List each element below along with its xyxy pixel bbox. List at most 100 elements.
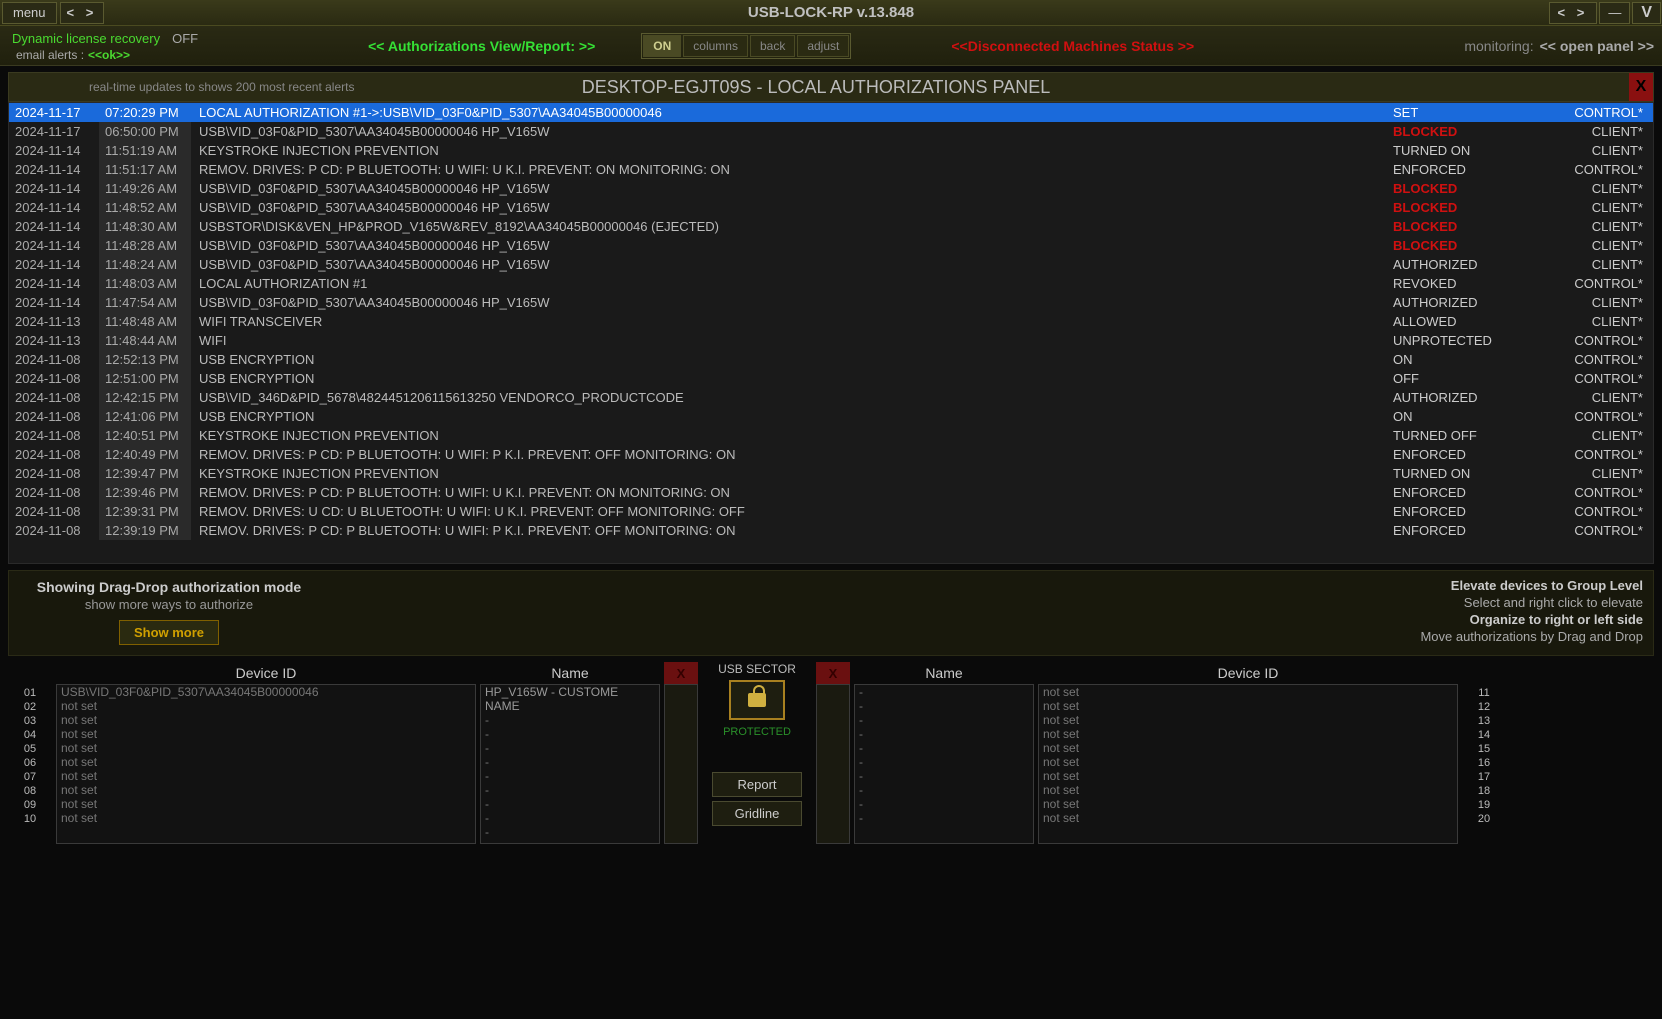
event-row[interactable]: 2024-11-0812:41:06 PMUSB ENCRYPTIONONCON…	[9, 407, 1653, 426]
list-item[interactable]: -	[481, 713, 659, 727]
show-more-button[interactable]: Show more	[119, 620, 219, 645]
event-source: CLIENT*	[1557, 255, 1653, 274]
event-time: 12:51:00 PM	[99, 369, 191, 388]
list-item[interactable]: not set	[1039, 741, 1457, 755]
list-item[interactable]: not set	[57, 713, 475, 727]
left-name-list[interactable]: HP_V165W - CUSTOME NAME---------	[480, 684, 660, 844]
list-item[interactable]: -	[855, 769, 1033, 783]
event-status: ENFORCED	[1387, 502, 1557, 521]
event-row[interactable]: 2024-11-1411:51:19 AMKEYSTROKE INJECTION…	[9, 141, 1653, 160]
right-slot-numbers: 11121314151617181920	[1462, 684, 1506, 826]
event-time: 11:49:26 AM	[99, 179, 191, 198]
event-date: 2024-11-17	[9, 103, 99, 122]
list-item[interactable]: -	[481, 783, 659, 797]
report-button[interactable]: Report	[712, 772, 802, 797]
list-item[interactable]: not set	[1039, 755, 1457, 769]
list-item[interactable]: -	[481, 797, 659, 811]
slot-number: 05	[8, 742, 52, 756]
list-item[interactable]: not set	[1039, 797, 1457, 811]
list-item[interactable]: not set	[1039, 685, 1457, 699]
list-item[interactable]: not set	[1039, 783, 1457, 797]
events-list[interactable]: 2024-11-1707:20:29 PMLOCAL AUTHORIZATION…	[8, 102, 1654, 564]
event-desc: USB ENCRYPTION	[191, 350, 1387, 369]
close-panel-button[interactable]: X	[1629, 73, 1653, 101]
event-row[interactable]: 2024-11-0812:39:47 PMKEYSTROKE INJECTION…	[9, 464, 1653, 483]
list-item[interactable]: -	[855, 741, 1033, 755]
list-item[interactable]: -	[855, 797, 1033, 811]
columns-button[interactable]: columns	[683, 35, 748, 57]
event-row[interactable]: 2024-11-0812:40:51 PMKEYSTROKE INJECTION…	[9, 426, 1653, 445]
gridline-button[interactable]: Gridline	[712, 801, 802, 826]
event-row[interactable]: 2024-11-1706:50:00 PMUSB\VID_03F0&PID_53…	[9, 122, 1653, 141]
back-button[interactable]: back	[750, 35, 795, 57]
list-item[interactable]: USB\VID_03F0&PID_5307\AA34045B00000046	[57, 685, 475, 699]
nav-arrows-button[interactable]: < >	[60, 2, 105, 24]
list-item[interactable]: not set	[1039, 727, 1457, 741]
list-item[interactable]: not set	[57, 727, 475, 741]
event-source: CONTROL*	[1557, 521, 1653, 540]
nav-arrows-right-button[interactable]: < >	[1549, 2, 1598, 24]
lock-box[interactable]	[729, 680, 785, 720]
list-item[interactable]: -	[855, 685, 1033, 699]
list-item[interactable]: not set	[57, 797, 475, 811]
left-delete-button[interactable]: X	[664, 662, 698, 684]
list-item[interactable]: -	[481, 755, 659, 769]
event-row[interactable]: 2024-11-1311:48:44 AMWIFIUNPROTECTEDCONT…	[9, 331, 1653, 350]
list-item[interactable]: -	[855, 811, 1033, 825]
event-row[interactable]: 2024-11-1411:47:54 AMUSB\VID_03F0&PID_53…	[9, 293, 1653, 312]
list-item[interactable]: -	[855, 783, 1033, 797]
event-row[interactable]: 2024-11-0812:40:49 PMREMOV. DRIVES: P CD…	[9, 445, 1653, 464]
slot-number: 19	[1462, 798, 1506, 812]
list-item[interactable]: not set	[57, 769, 475, 783]
list-item[interactable]: -	[481, 727, 659, 741]
event-row[interactable]: 2024-11-1411:49:26 AMUSB\VID_03F0&PID_53…	[9, 179, 1653, 198]
list-item[interactable]: not set	[57, 741, 475, 755]
event-row[interactable]: 2024-11-1707:20:29 PMLOCAL AUTHORIZATION…	[9, 103, 1653, 122]
event-row[interactable]: 2024-11-0812:51:00 PMUSB ENCRYPTIONOFFCO…	[9, 369, 1653, 388]
event-row[interactable]: 2024-11-1411:51:17 AMREMOV. DRIVES: P CD…	[9, 160, 1653, 179]
list-item[interactable]: not set	[1039, 699, 1457, 713]
list-item[interactable]: HP_V165W - CUSTOME NAME	[481, 685, 659, 713]
event-row[interactable]: 2024-11-0812:39:19 PMREMOV. DRIVES: P CD…	[9, 521, 1653, 540]
list-item[interactable]: not set	[57, 811, 475, 825]
list-item[interactable]: -	[481, 825, 659, 839]
adjust-button[interactable]: adjust	[797, 35, 849, 57]
right-name-list[interactable]: ----------	[854, 684, 1034, 844]
event-row[interactable]: 2024-11-0812:39:31 PMREMOV. DRIVES: U CD…	[9, 502, 1653, 521]
event-row[interactable]: 2024-11-1411:48:30 AMUSBSTOR\DISK&VEN_HP…	[9, 217, 1653, 236]
list-item[interactable]: not set	[57, 699, 475, 713]
list-item[interactable]: -	[481, 811, 659, 825]
list-item[interactable]: not set	[57, 783, 475, 797]
list-item[interactable]: not set	[1039, 811, 1457, 825]
list-item[interactable]: -	[855, 713, 1033, 727]
event-row[interactable]: 2024-11-0812:42:15 PMUSB\VID_346D&PID_56…	[9, 388, 1653, 407]
event-row[interactable]: 2024-11-1411:48:24 AMUSB\VID_03F0&PID_53…	[9, 255, 1653, 274]
event-status: UNPROTECTED	[1387, 331, 1557, 350]
event-row[interactable]: 2024-11-0812:52:13 PMUSB ENCRYPTIONONCON…	[9, 350, 1653, 369]
menu-button[interactable]: menu	[2, 2, 57, 24]
minimize-button[interactable]: —	[1599, 2, 1630, 24]
list-item[interactable]: not set	[1039, 769, 1457, 783]
list-item[interactable]: not set	[1039, 713, 1457, 727]
event-row[interactable]: 2024-11-1411:48:03 AMLOCAL AUTHORIZATION…	[9, 274, 1653, 293]
on-button[interactable]: ON	[643, 35, 681, 57]
right-device-list[interactable]: not setnot setnot setnot setnot setnot s…	[1038, 684, 1458, 844]
right-device-header: Device ID	[1038, 662, 1458, 684]
left-device-list[interactable]: USB\VID_03F0&PID_5307\AA34045B00000046no…	[56, 684, 476, 844]
list-item[interactable]: not set	[57, 755, 475, 769]
event-row[interactable]: 2024-11-1411:48:52 AMUSB\VID_03F0&PID_53…	[9, 198, 1653, 217]
list-item[interactable]: -	[855, 755, 1033, 769]
open-panel-link[interactable]: << open panel >>	[1540, 38, 1654, 54]
event-desc: USB\VID_03F0&PID_5307\AA34045B00000046 H…	[191, 122, 1387, 141]
event-row[interactable]: 2024-11-1311:48:48 AMWIFI TRANSCEIVERALL…	[9, 312, 1653, 331]
event-desc: WIFI	[191, 331, 1387, 350]
event-row[interactable]: 2024-11-1411:48:28 AMUSB\VID_03F0&PID_53…	[9, 236, 1653, 255]
list-item[interactable]: -	[481, 769, 659, 783]
version-button[interactable]: V	[1632, 2, 1661, 24]
right-delete-button[interactable]: X	[816, 662, 850, 684]
list-item[interactable]: -	[855, 727, 1033, 741]
list-item[interactable]: -	[481, 741, 659, 755]
event-row[interactable]: 2024-11-0812:39:46 PMREMOV. DRIVES: P CD…	[9, 483, 1653, 502]
list-item[interactable]: -	[855, 699, 1033, 713]
panel-header: real-time updates to shows 200 most rece…	[8, 72, 1654, 102]
